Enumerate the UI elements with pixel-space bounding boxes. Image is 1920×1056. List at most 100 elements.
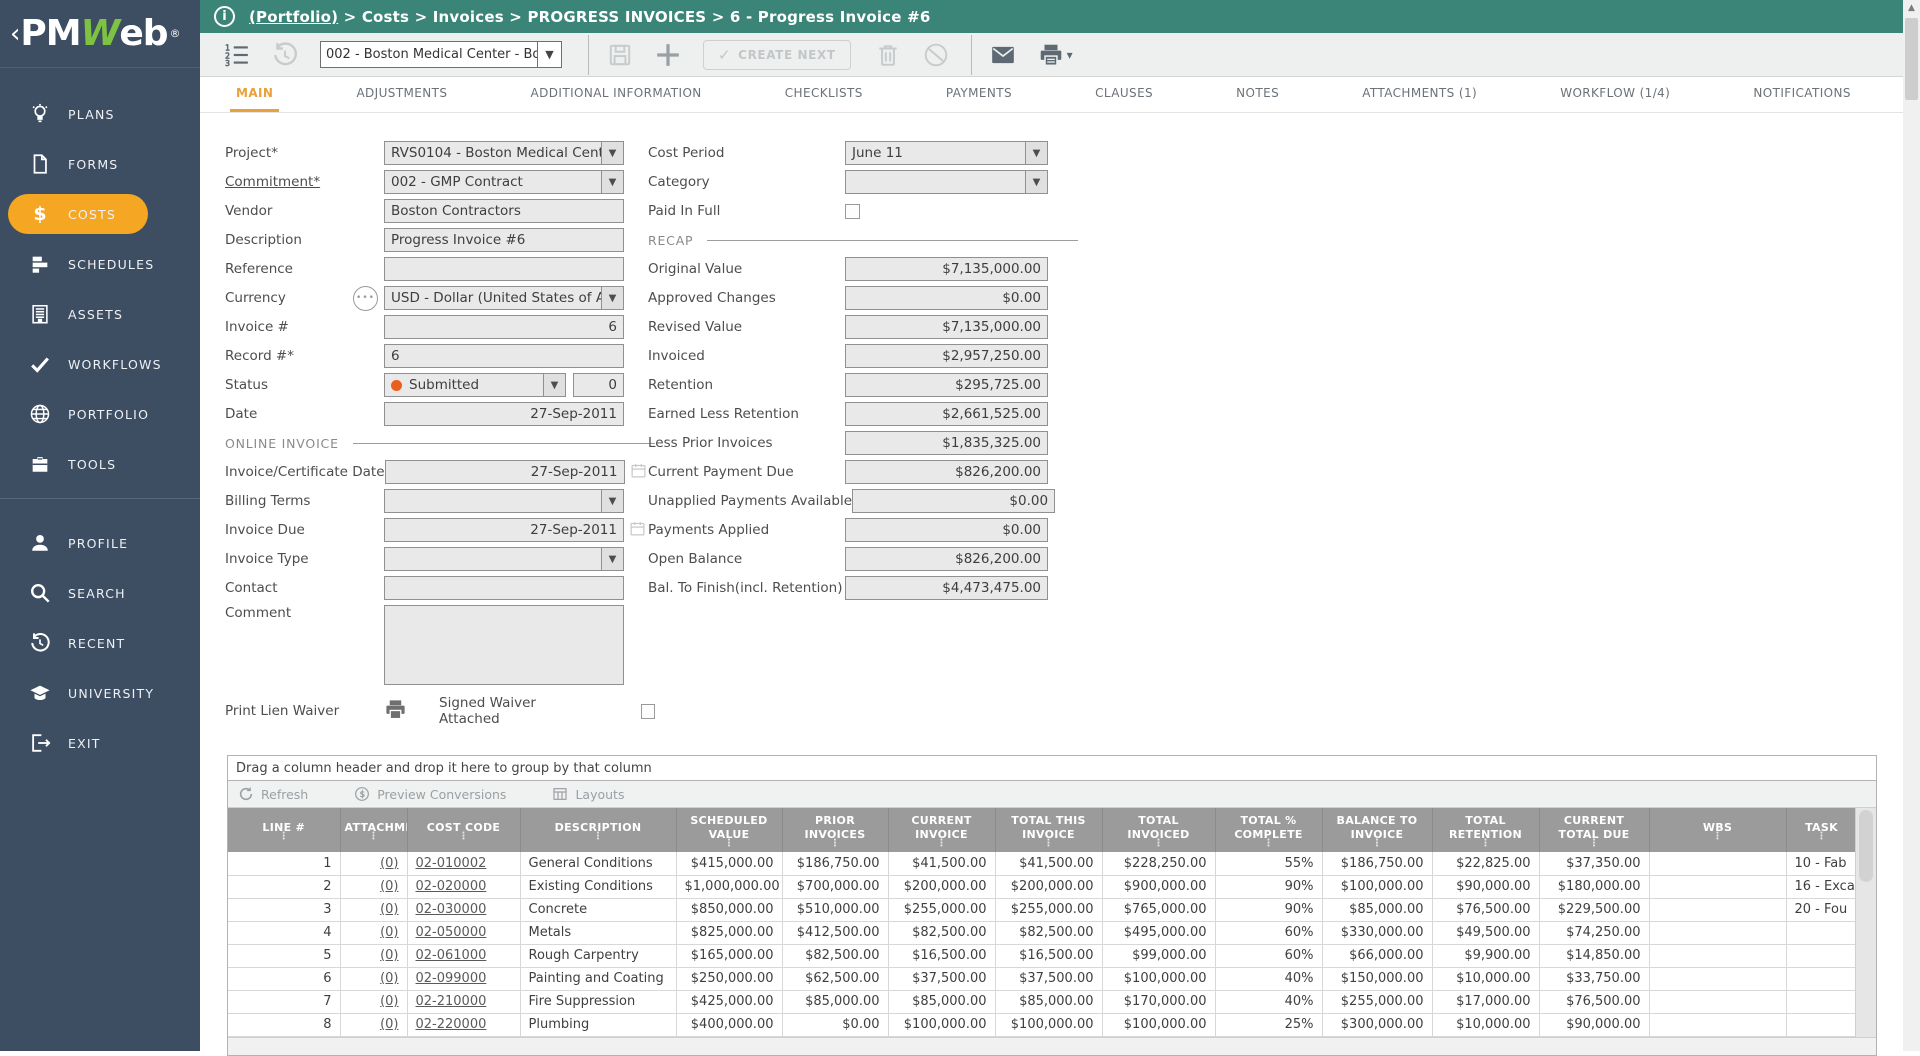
category-select[interactable]: ▼ bbox=[845, 170, 1048, 194]
invoice-certificate-date-field[interactable]: 27-Sep-2011 bbox=[385, 460, 625, 484]
chevron-down-icon[interactable]: ▼ bbox=[601, 170, 624, 194]
sidebar-item-forms[interactable]: FORMS bbox=[0, 144, 200, 184]
cost-code-link[interactable]: 02-030000 bbox=[416, 902, 487, 917]
column-header-description[interactable]: DESCRIPTION⋮ bbox=[520, 808, 676, 852]
print-lien-waiver-icon[interactable] bbox=[384, 698, 407, 725]
invoice-number-field[interactable]: 6 bbox=[384, 315, 624, 339]
date-field[interactable]: 27-Sep-2011 bbox=[384, 402, 624, 426]
sidebar-item-assets[interactable]: ASSETS bbox=[0, 294, 200, 334]
print-icon[interactable] bbox=[1038, 42, 1064, 68]
tab-adjustments[interactable]: ADJUSTMENTS bbox=[350, 77, 453, 112]
cost-code-link[interactable]: 02-061000 bbox=[416, 948, 487, 963]
column-header-balance-to-invoice[interactable]: BALANCE TO INVOICE⋮ bbox=[1322, 808, 1432, 852]
billing-terms-select[interactable]: ▼ bbox=[384, 489, 624, 513]
sidebar-item-search[interactable]: SEARCH bbox=[0, 573, 200, 613]
column-header-task[interactable]: TASK⋮ bbox=[1786, 808, 1855, 852]
column-header-total-retention[interactable]: TOTAL RETENTION⋮ bbox=[1432, 808, 1539, 852]
column-header-current-invoice[interactable]: CURRENT INVOICE⋮ bbox=[888, 808, 995, 852]
signed-waiver-attached-checkbox[interactable] bbox=[641, 704, 655, 719]
add-record-icon[interactable] bbox=[655, 42, 681, 68]
attachments-link[interactable]: (0) bbox=[380, 902, 398, 917]
page-scrollbar-thumb[interactable] bbox=[1905, 18, 1918, 100]
chevron-down-icon[interactable]: ▼ bbox=[601, 141, 624, 165]
tab-notifications[interactable]: NOTIFICATIONS bbox=[1747, 77, 1857, 112]
column-header-current-total-due[interactable]: CURRENT TOTAL DUE⋮ bbox=[1539, 808, 1649, 852]
attachments-link[interactable]: (0) bbox=[380, 994, 398, 1009]
breadcrumb-portfolio-link[interactable]: (Portfolio) bbox=[249, 8, 338, 26]
email-icon[interactable] bbox=[990, 42, 1016, 68]
record-number-field[interactable]: 6 bbox=[384, 344, 624, 368]
column-menu-icon[interactable]: ⋮ bbox=[1544, 842, 1645, 846]
column-header-wbs[interactable]: WBS⋮ bbox=[1649, 808, 1786, 852]
group-by-bar[interactable]: Drag a column header and drop it here to… bbox=[228, 756, 1876, 781]
sidebar-item-exit[interactable]: EXIT bbox=[0, 723, 200, 763]
tab-attachments-1[interactable]: ATTACHMENTS (1) bbox=[1356, 77, 1483, 112]
column-menu-icon[interactable]: ⋮ bbox=[787, 842, 884, 846]
column-menu-icon[interactable]: ⋮ bbox=[681, 842, 778, 846]
cost-code-link[interactable]: 02-220000 bbox=[416, 1017, 487, 1032]
cost-code-link[interactable]: 02-099000 bbox=[416, 971, 487, 986]
column-menu-icon[interactable]: ⋮ bbox=[1000, 842, 1098, 846]
history-icon[interactable] bbox=[272, 42, 298, 68]
paid-in-full-checkbox[interactable] bbox=[845, 204, 860, 219]
sidebar-item-plans[interactable]: PLANS bbox=[0, 94, 200, 134]
info-icon[interactable]: i bbox=[214, 6, 235, 27]
column-menu-icon[interactable]: ⋮ bbox=[1220, 842, 1318, 846]
cost-period-select[interactable]: June 11▼ bbox=[845, 141, 1048, 165]
tab-clauses[interactable]: CLAUSES bbox=[1089, 77, 1159, 112]
column-menu-icon[interactable]: ⋮ bbox=[1791, 835, 1853, 839]
tab-checklists[interactable]: CHECKLISTS bbox=[779, 77, 869, 112]
column-menu-icon[interactable]: ⋮ bbox=[1654, 835, 1782, 839]
comment-textarea[interactable] bbox=[384, 605, 624, 685]
commitment-select[interactable]: 002 - GMP Contract▼ bbox=[384, 170, 624, 194]
create-next-button[interactable]: ✓CREATE NEXT bbox=[703, 40, 851, 70]
column-menu-icon[interactable]: ⋮ bbox=[412, 835, 516, 839]
column-menu-icon[interactable]: ⋮ bbox=[525, 835, 672, 839]
cost-code-link[interactable]: 02-210000 bbox=[416, 994, 487, 1009]
sidebar-item-recent[interactable]: RECENT bbox=[0, 623, 200, 663]
commitment-label[interactable]: Commitment* bbox=[225, 174, 384, 190]
project-select[interactable]: RVS0104 - Boston Medical Center▼ bbox=[384, 141, 624, 165]
calendar-icon[interactable] bbox=[629, 520, 646, 541]
record-selector[interactable]: 002 - Boston Medical Center - Bosto ▼ bbox=[320, 41, 562, 68]
attachments-link[interactable]: (0) bbox=[380, 971, 398, 986]
contact-field[interactable] bbox=[384, 576, 624, 600]
sidebar-item-tools[interactable]: TOOLS bbox=[0, 444, 200, 484]
refresh-button[interactable]: Refresh bbox=[238, 786, 308, 802]
records-list-icon[interactable]: 123 bbox=[224, 42, 250, 68]
grid-vertical-scrollbar[interactable] bbox=[1855, 808, 1876, 1037]
sidebar-item-workflows[interactable]: WORKFLOWS bbox=[0, 344, 200, 384]
void-icon[interactable] bbox=[923, 42, 949, 68]
tab-additional-information[interactable]: ADDITIONAL INFORMATION bbox=[525, 77, 708, 112]
column-header-total-this-invoice[interactable]: TOTAL THIS INVOICE⋮ bbox=[995, 808, 1102, 852]
column-menu-icon[interactable]: ⋮ bbox=[345, 835, 403, 839]
page-scrollbar[interactable]: ▲ bbox=[1903, 0, 1920, 1051]
calendar-icon[interactable] bbox=[630, 462, 647, 483]
column-menu-icon[interactable]: ⋮ bbox=[1107, 842, 1211, 846]
sidebar-item-costs[interactable]: $COSTS bbox=[8, 194, 148, 234]
vendor-field[interactable]: Boston Contractors bbox=[384, 199, 624, 223]
currency-options-button[interactable]: ••• bbox=[353, 286, 378, 311]
status-select[interactable]: Submitted▼ bbox=[384, 373, 566, 397]
column-header-total-invoiced[interactable]: TOTAL INVOICED⋮ bbox=[1102, 808, 1215, 852]
layouts-button[interactable]: Layouts bbox=[552, 786, 624, 802]
sidebar-item-profile[interactable]: PROFILE bbox=[0, 523, 200, 563]
column-header-prior-invoices[interactable]: PRIOR INVOICES⋮ bbox=[782, 808, 888, 852]
attachments-link[interactable]: (0) bbox=[380, 1017, 398, 1032]
invoice-due-field[interactable]: 27-Sep-2011 bbox=[384, 518, 624, 542]
invoice-type-select[interactable]: ▼ bbox=[384, 547, 624, 571]
chevron-down-icon[interactable]: ▼ bbox=[1025, 141, 1048, 165]
attachments-link[interactable]: (0) bbox=[380, 856, 398, 871]
column-menu-icon[interactable]: ⋮ bbox=[893, 842, 991, 846]
column-menu-icon[interactable]: ⋮ bbox=[1327, 842, 1428, 846]
preview-conversions-button[interactable]: $ Preview Conversions bbox=[354, 786, 506, 802]
record-selector-dropdown-icon[interactable]: ▼ bbox=[538, 41, 562, 68]
attachments-link[interactable]: (0) bbox=[380, 948, 398, 963]
grid-horizontal-scrollbar[interactable] bbox=[228, 1037, 1876, 1055]
chevron-down-icon[interactable]: ▼ bbox=[601, 547, 624, 571]
column-menu-icon[interactable]: ⋮ bbox=[1437, 842, 1535, 846]
print-options-caret-icon[interactable]: ▾ bbox=[1067, 48, 1073, 62]
tab-notes[interactable]: NOTES bbox=[1230, 77, 1285, 112]
chevron-down-icon[interactable]: ▼ bbox=[1025, 170, 1048, 194]
delete-icon[interactable] bbox=[875, 42, 901, 68]
